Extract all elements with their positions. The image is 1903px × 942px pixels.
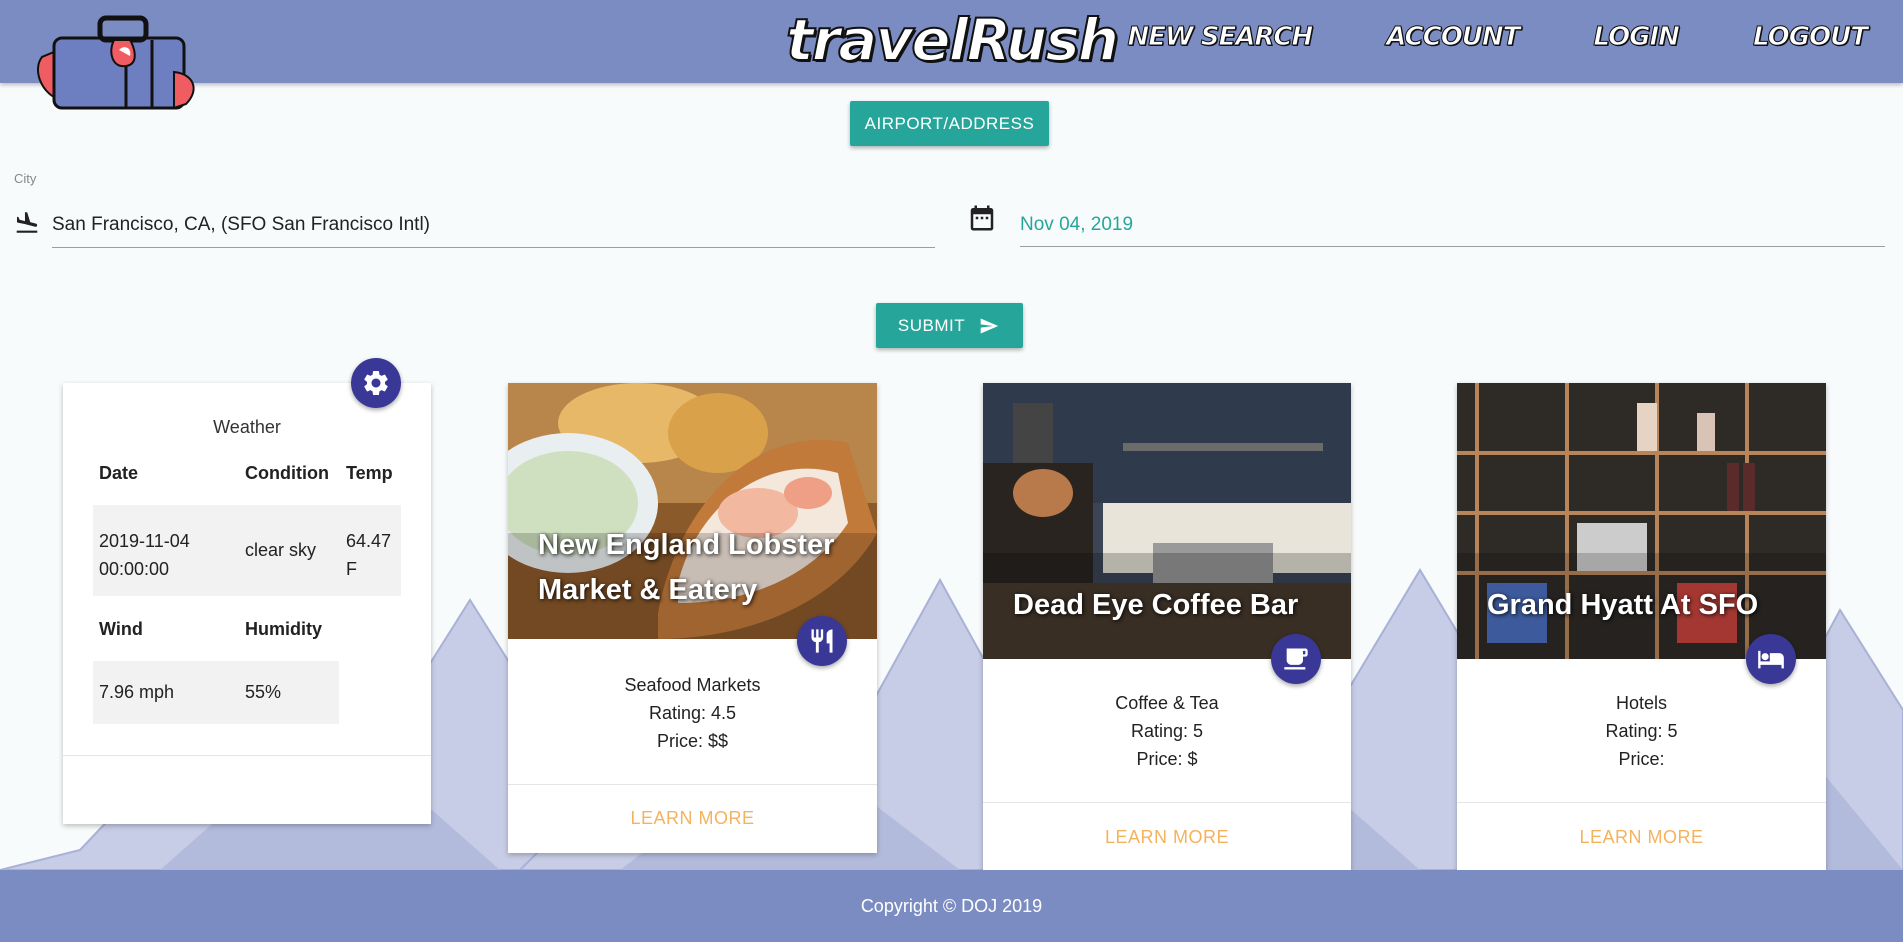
copyright-text: Copyright © DOJ 2019 (860, 895, 1043, 916)
weather-temp-cell: 64.47 F (346, 531, 392, 579)
coffee-icon (1284, 648, 1308, 670)
learn-more-link-coffee[interactable]: LEARN MORE (983, 827, 1351, 848)
weather-header-humidity: Humidity (245, 619, 323, 639)
weather-card-divider (63, 755, 431, 756)
place-category: Hotels (1615, 693, 1668, 713)
coffee-category-button[interactable] (1271, 634, 1321, 684)
weather-humidity-cell: 55% (245, 682, 282, 702)
place-title-coffee[interactable]: Dead Eye Coffee Bar (1013, 583, 1298, 628)
weather-header-wind: Wind (99, 619, 143, 639)
calendar-icon[interactable] (967, 202, 997, 234)
place-info-hotel: Hotels Rating: 5 Price: (1457, 689, 1826, 773)
place-price: Price: $ (1136, 749, 1198, 769)
place-rating: Rating: 5 (1605, 721, 1678, 741)
weather-wind-cell: 7.96 mph (99, 682, 175, 702)
nav-links: NEW SEARCH ACCOUNT LOGIN LOGOUT (1127, 22, 1869, 53)
restaurant-icon (811, 629, 833, 653)
place-category: Seafood Markets (624, 675, 761, 695)
nav-logout-link[interactable]: LOGOUT (1752, 22, 1868, 53)
place-info-coffee: Coffee & Tea Rating: 5 Price: $ (983, 689, 1351, 773)
hotel-category-button[interactable] (1746, 634, 1796, 684)
nav-account-link[interactable]: ACCOUNT (1386, 22, 1521, 53)
weather-header-condition: Condition (245, 463, 329, 483)
gear-icon (364, 371, 388, 395)
place-category: Coffee & Tea (1115, 693, 1219, 713)
place-title-hotel[interactable]: Grand Hyatt At SFO (1487, 583, 1758, 628)
nav-new-search-link[interactable]: NEW SEARCH (1127, 22, 1314, 53)
place-price: Price: (1618, 749, 1665, 769)
footer: Copyright © DOJ 2019 (0, 870, 1903, 942)
top-navbar: travelRush NEW SEARCH ACCOUNT LOGIN LOGO… (0, 0, 1903, 83)
place-card-hotel: Grand Hyatt At SFO Hotels Rating: 5 Pric… (1457, 383, 1826, 871)
weather-settings-button[interactable] (351, 358, 401, 408)
weather-header-date: Date (99, 463, 139, 483)
learn-more-link-lobster[interactable]: LEARN MORE (508, 808, 877, 829)
place-rating: Rating: 4.5 (648, 703, 737, 723)
place-card-divider (983, 802, 1351, 803)
weather-date-cell: 2019-11-04 00:00:00 (99, 531, 190, 579)
place-card-coffee: Dead Eye Coffee Bar Coffee & Tea Rating:… (983, 383, 1351, 871)
restaurant-category-button[interactable] (797, 616, 847, 666)
submit-button[interactable]: SUBMIT (876, 303, 1023, 348)
airport-address-toggle-button[interactable]: AIRPORT/ADDRESS (850, 101, 1049, 146)
weather-title: Weather (213, 417, 281, 437)
flight-land-icon (16, 212, 38, 233)
place-card-divider (508, 784, 877, 785)
place-price: Price: $$ (656, 731, 729, 751)
weather-card: Weather Date Condition Temp 2019-11-04 0… (63, 383, 431, 824)
city-field-label: City (14, 171, 37, 186)
weather-condition-cell: clear sky (245, 540, 317, 560)
hotel-bed-icon (1758, 650, 1784, 669)
nav-login-link[interactable]: LOGIN (1593, 22, 1681, 53)
weather-header-temp: Temp (346, 463, 393, 483)
city-input[interactable] (52, 203, 935, 248)
learn-more-link-hotel[interactable]: LEARN MORE (1457, 827, 1826, 848)
suitcase-logo-icon[interactable] (34, 12, 204, 114)
send-icon (980, 318, 999, 333)
place-card-divider (1457, 802, 1826, 803)
place-info-lobster: Seafood Markets Rating: 4.5 Price: $$ (508, 671, 877, 755)
submit-button-label: SUBMIT (897, 315, 966, 335)
date-input[interactable] (1020, 203, 1885, 247)
place-title-lobster[interactable]: New England Lobster Market & Eatery (538, 523, 834, 613)
place-rating: Rating: 5 (1130, 721, 1204, 741)
